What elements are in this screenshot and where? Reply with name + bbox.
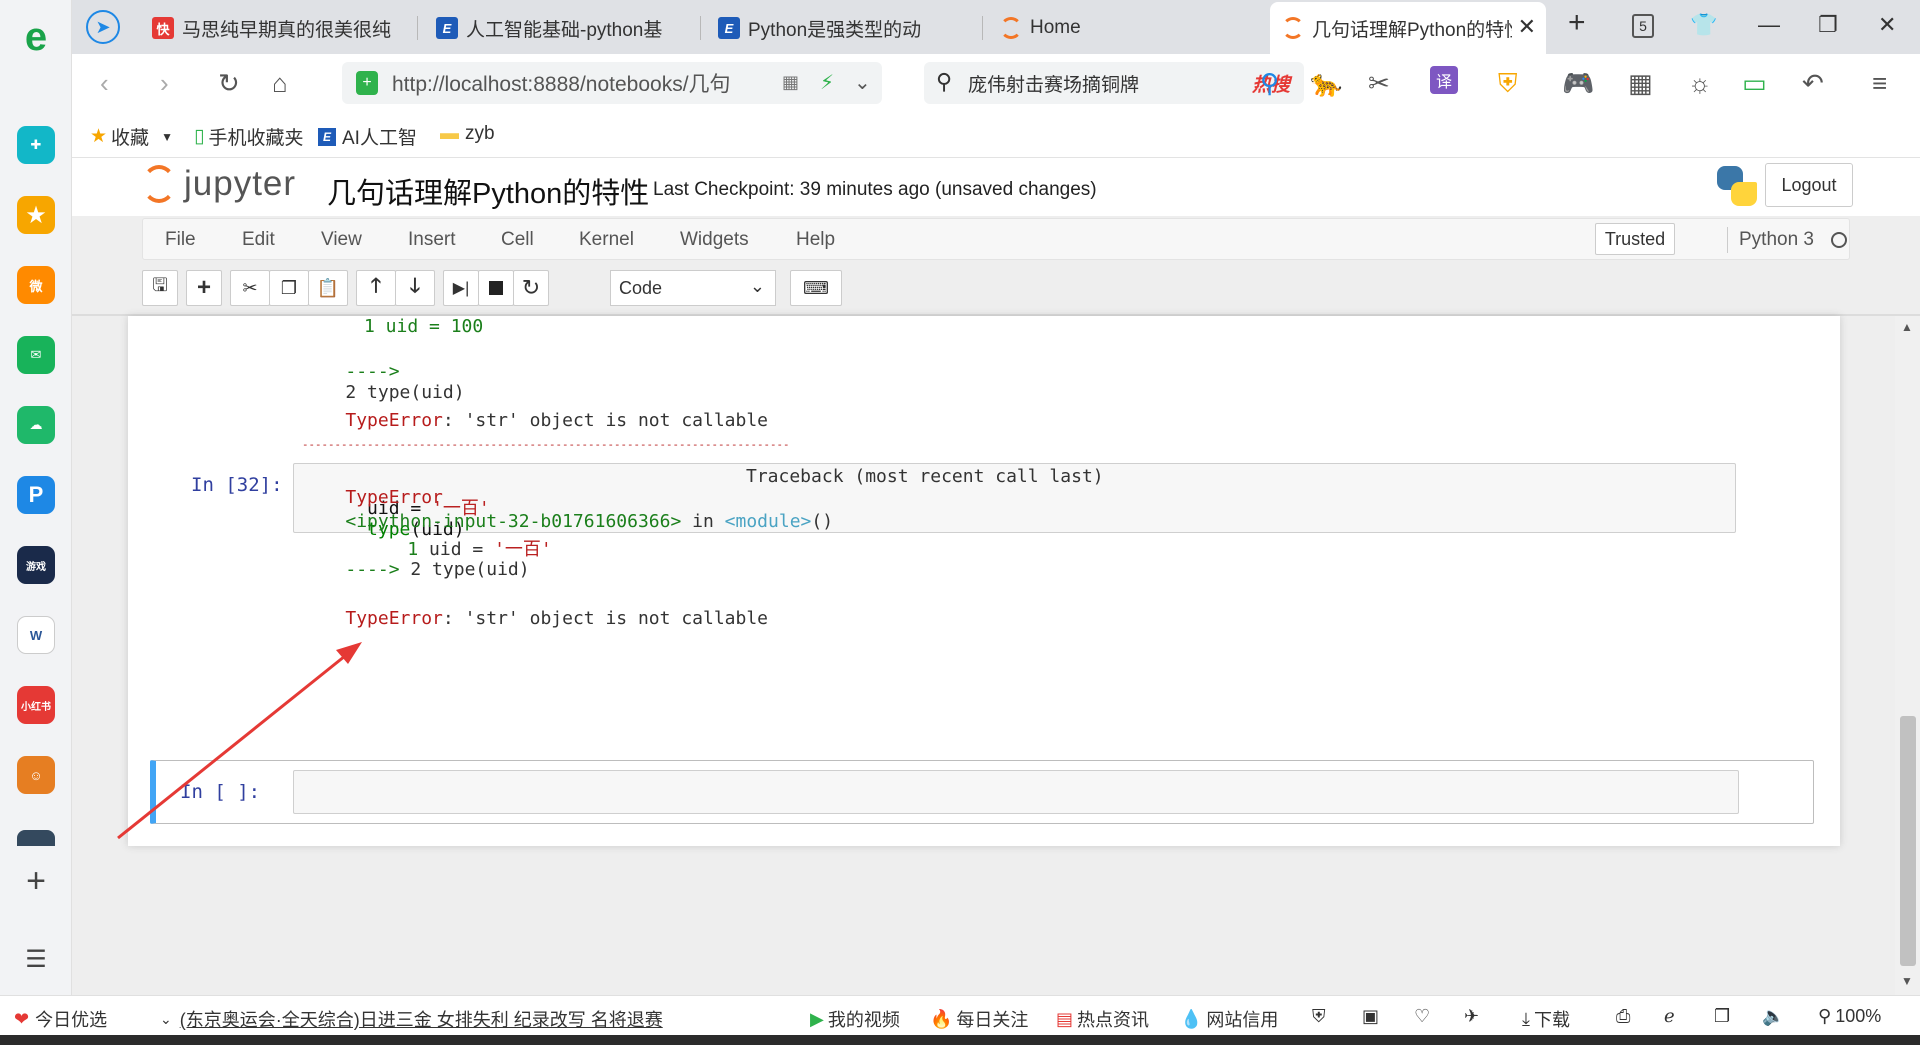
status-label: 网站信用: [1206, 1010, 1279, 1030]
status-printer-icon[interactable]: ⎙: [1616, 1006, 1630, 1027]
scroll-thumb[interactable]: [1900, 716, 1916, 966]
news-headline[interactable]: ⌄ (东京奥运会·全天综合)日进三金 女排失利 纪录改写 名将退赛: [160, 1006, 663, 1032]
status-label: 每日关注: [956, 1010, 1029, 1030]
headline-text[interactable]: (东京奥运会·全天综合)日进三金 女排失利 纪录改写 名将退赛: [180, 1006, 663, 1032]
page-scrollbar[interactable]: ▲ ▼: [1895, 316, 1920, 995]
download-icon: ⤓: [1522, 1008, 1530, 1029]
scroll-down-icon[interactable]: ▼: [1901, 974, 1913, 988]
status-ie-icon[interactable]: ℯ: [1664, 1006, 1675, 1027]
status-window-icon[interactable]: ❐: [1714, 1006, 1730, 1027]
status-label: 我的视频: [827, 1010, 900, 1030]
status-item-credit[interactable]: 💧 网站信用: [1180, 1006, 1278, 1032]
annotation-arrow-line: [117, 650, 351, 840]
status-label: 热点资讯: [1077, 1010, 1150, 1030]
status-item-daily[interactable]: 🔥 每日关注: [930, 1006, 1028, 1032]
browser-statusbar: ❤ 今日优选 ⌄ (东京奥运会·全天综合)日进三金 女排失利 纪录改写 名将退赛…: [0, 995, 1920, 1035]
drop-icon: 💧: [1180, 1008, 1203, 1029]
status-rocket-icon[interactable]: ✈: [1464, 1006, 1479, 1027]
status-item-download[interactable]: ⤓ 下载: [1522, 1006, 1570, 1032]
status-label: 今日优选: [35, 1010, 108, 1030]
play-icon: ▶: [810, 1008, 824, 1029]
chevron-icon: ⌄: [160, 1010, 172, 1027]
status-item-news[interactable]: ▤ 热点资讯: [1056, 1006, 1149, 1032]
zoom-icon: ⚲: [1818, 1006, 1832, 1026]
status-label: 下载: [1533, 1010, 1570, 1030]
taskbar-strip: [0, 1035, 1920, 1045]
annotation-arrow: [117, 642, 362, 840]
status-zoom[interactable]: ⚲ 100%: [1818, 1006, 1881, 1027]
status-heart-icon[interactable]: ♡: [1414, 1006, 1430, 1027]
scroll-up-icon[interactable]: ▲: [1901, 320, 1913, 334]
status-image-icon[interactable]: ▣: [1362, 1006, 1379, 1027]
status-item-video[interactable]: ▶ 我的视频: [810, 1006, 900, 1032]
flame-icon: 🔥: [930, 1008, 953, 1029]
status-shield-icon[interactable]: ⛨: [1312, 1006, 1326, 1027]
zoom-level: 100%: [1835, 1006, 1882, 1026]
news-icon: ▤: [1056, 1008, 1074, 1029]
heart-icon: ❤: [14, 1008, 30, 1029]
daily-picks[interactable]: ❤ 今日优选: [14, 1006, 107, 1032]
status-volume-icon[interactable]: 🔈: [1762, 1006, 1784, 1027]
